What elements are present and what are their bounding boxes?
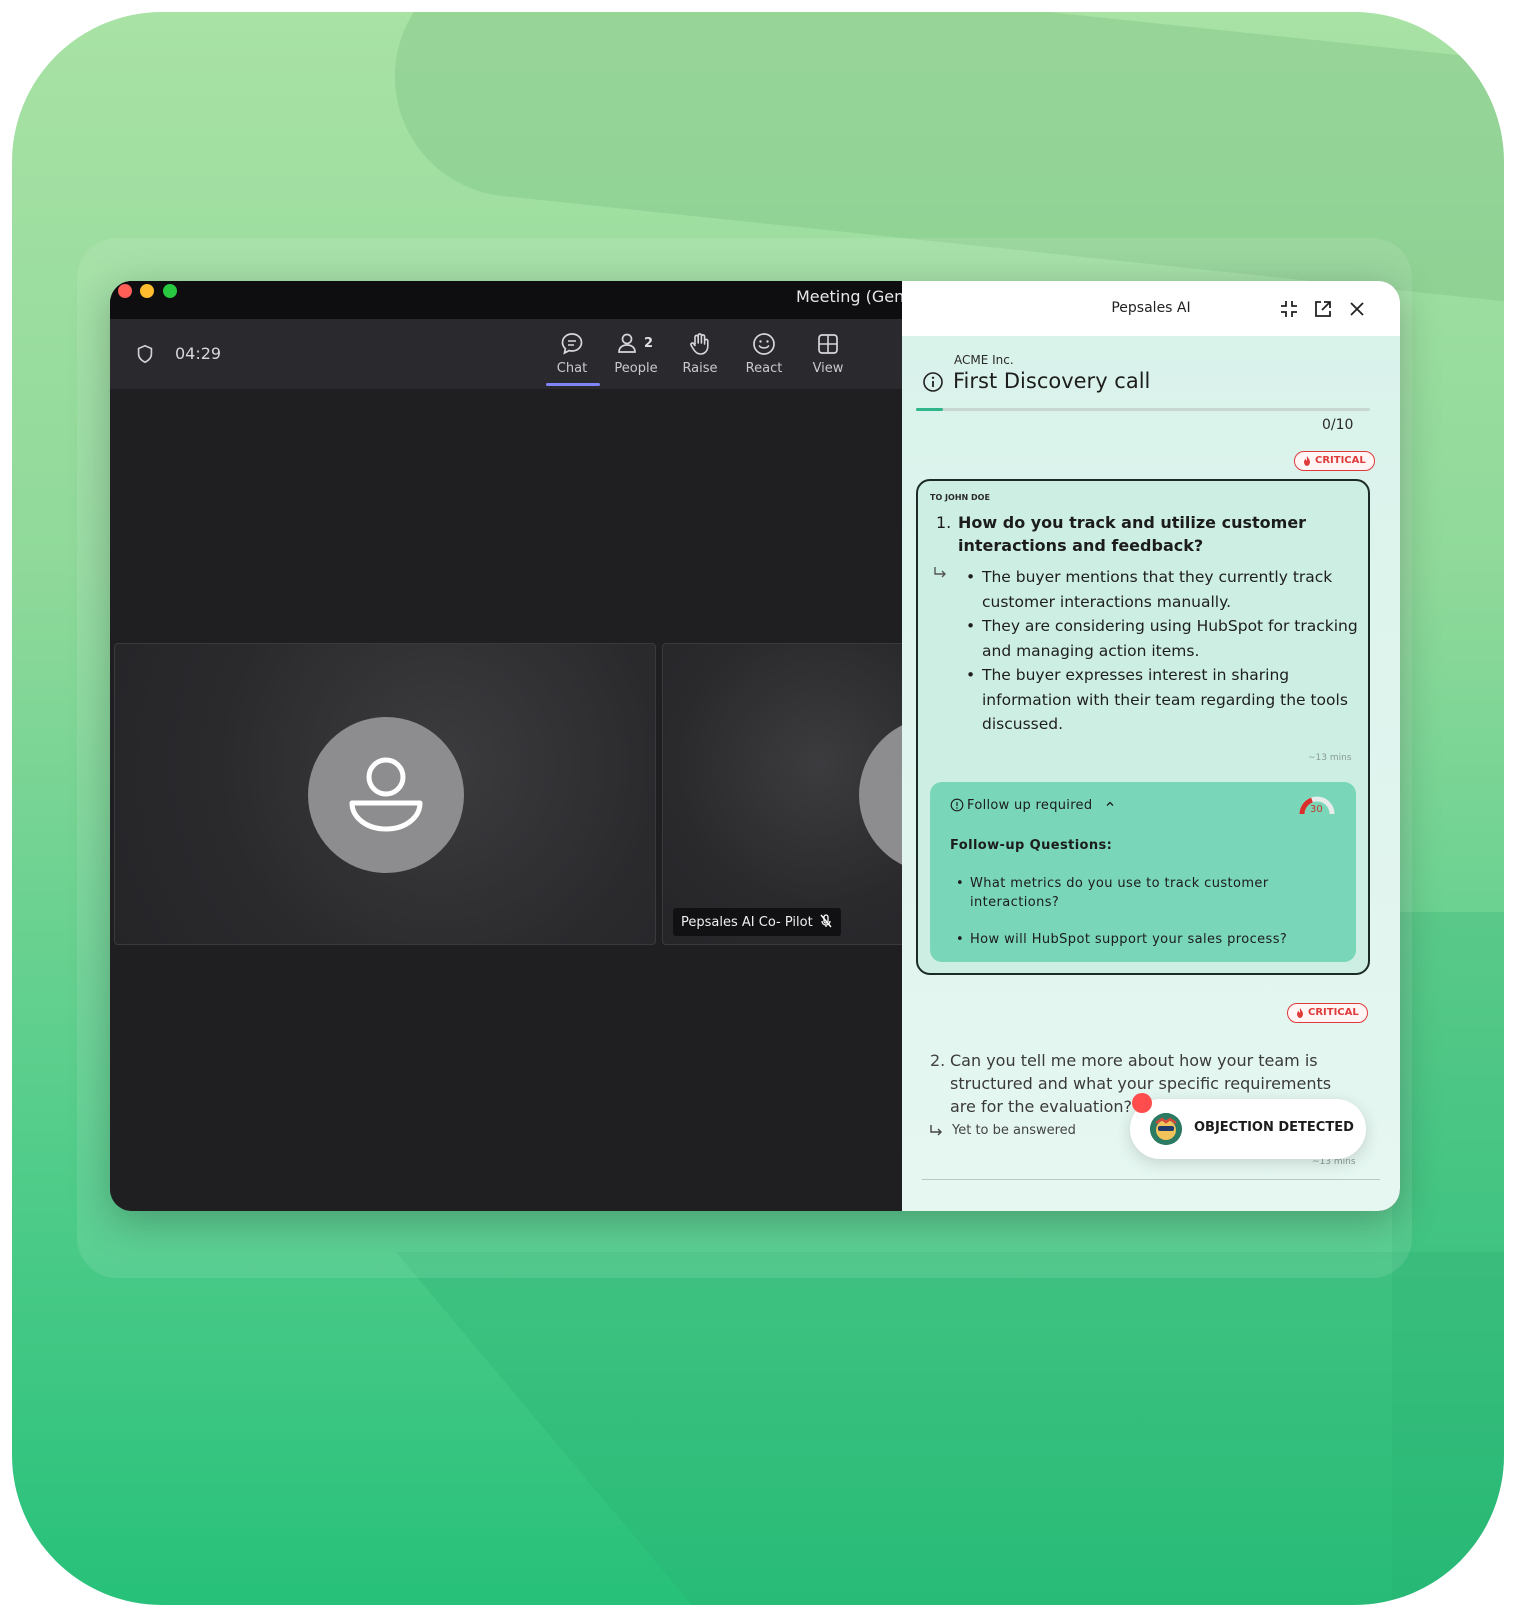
view-button[interactable]: View xyxy=(796,331,860,376)
raise-hand-icon xyxy=(690,333,709,355)
followup-score: 30 xyxy=(1310,804,1323,815)
followup-item: What metrics do you use to track custome… xyxy=(956,874,1346,912)
react-label: React xyxy=(745,361,783,376)
participant-name: Pepsales AI Co- Pilot xyxy=(681,915,813,930)
critical-label: CRITICAL xyxy=(1315,455,1366,466)
progress-bar xyxy=(916,408,1370,411)
app-window: Meeting (Gen 04:29 Chat 2 People Raise R… xyxy=(110,281,1400,1211)
video-stage: Pepsales AI Co- Pilot xyxy=(110,389,922,1211)
person-icon xyxy=(349,757,423,832)
copilot-mascot-icon xyxy=(1150,1113,1182,1145)
people-button[interactable]: 2 People xyxy=(604,331,668,376)
meeting-timer: 04:29 xyxy=(175,344,222,363)
chat-icon xyxy=(561,333,583,355)
meeting-toolbar: 04:29 Chat 2 People Raise React View xyxy=(110,319,902,389)
copilot-avatar xyxy=(1150,1113,1182,1145)
flame-icon xyxy=(1304,456,1310,466)
active-tab-indicator xyxy=(546,383,600,386)
flame-icon xyxy=(1297,1008,1303,1018)
followup-box: Follow up required 30 Follow-up Question… xyxy=(930,782,1356,962)
answer-item: They are considering using HubSpot for t… xyxy=(964,614,1364,663)
close-icon[interactable] xyxy=(1346,298,1368,320)
avatar xyxy=(308,717,464,873)
question-number: 2. xyxy=(930,1051,946,1070)
maximize-window-button[interactable] xyxy=(163,284,177,298)
bg-shape xyxy=(395,1252,1504,1605)
objection-toast[interactable]: OBJECTION DETECTED xyxy=(1130,1099,1366,1159)
followup-toggle[interactable]: Follow up required xyxy=(967,798,1115,813)
mic-muted-icon xyxy=(820,914,832,928)
title-bar: Meeting (Gen xyxy=(110,281,905,319)
view-grid-icon xyxy=(818,334,838,354)
divider xyxy=(922,1179,1380,1180)
answer-item: The buyer expresses interest in sharing … xyxy=(964,663,1364,737)
answer-list: The buyer mentions that they currently t… xyxy=(964,565,1364,737)
raise-hand-button[interactable]: Raise xyxy=(668,331,732,376)
objection-label: OBJECTION DETECTED xyxy=(1194,1120,1354,1135)
pepsales-panel: Pepsales AI ACME Inc. First Discovery ca… xyxy=(902,281,1400,1211)
followup-item: How will HubSpot support your sales proc… xyxy=(956,930,1346,949)
shield-icon xyxy=(137,344,153,364)
minimize-window-button[interactable] xyxy=(140,284,154,298)
progress-count: 0/10 xyxy=(1322,417,1354,433)
panel-header: Pepsales AI xyxy=(902,281,1400,336)
collapse-icon[interactable] xyxy=(1278,298,1300,320)
close-window-button[interactable] xyxy=(118,284,132,298)
open-external-icon[interactable] xyxy=(1312,298,1334,320)
recipient-label: TO JOHN DOE xyxy=(930,493,990,502)
followup-list: What metrics do you use to track custome… xyxy=(956,874,1346,967)
answer-item: The buyer mentions that they currently t… xyxy=(964,565,1364,614)
people-count: 2 xyxy=(644,336,654,351)
critical-badge: CRITICAL xyxy=(1287,1003,1368,1023)
followup-title: Follow-up Questions: xyxy=(950,838,1113,853)
critical-label: CRITICAL xyxy=(1308,1007,1359,1018)
chevron-up-icon xyxy=(1106,801,1114,806)
view-label: View xyxy=(812,361,844,376)
reply-arrow-icon xyxy=(934,567,946,578)
info-icon[interactable] xyxy=(922,371,944,393)
meeting-title: Meeting (Gen xyxy=(796,287,905,306)
chat-button[interactable]: Chat xyxy=(540,331,604,386)
people-label: People xyxy=(614,361,658,376)
participant-tile[interactable]: Pepsales AI Co- Pilot xyxy=(662,643,922,945)
react-button[interactable]: React xyxy=(732,331,796,376)
critical-badge: CRITICAL xyxy=(1294,451,1375,471)
answer-status: Yet to be answered xyxy=(952,1123,1076,1138)
notification-dot xyxy=(1132,1093,1152,1113)
reply-arrow-icon xyxy=(930,1125,942,1136)
smiley-icon xyxy=(753,333,775,355)
time-estimate: ~13 mins xyxy=(1308,753,1352,763)
question-number: 1. xyxy=(936,513,952,532)
participant-name-tag: Pepsales AI Co- Pilot xyxy=(673,908,841,936)
alert-icon xyxy=(950,798,964,812)
question-text: How do you track and utilize customer in… xyxy=(958,513,1307,555)
raise-label: Raise xyxy=(682,361,718,376)
participant-tile[interactable] xyxy=(114,643,656,945)
followup-status: Follow up required xyxy=(967,798,1093,813)
background: Meeting (Gen 04:29 Chat 2 People Raise R… xyxy=(12,12,1504,1605)
progress-fill xyxy=(916,408,944,411)
chat-label: Chat xyxy=(556,361,588,376)
call-title: First Discovery call xyxy=(953,369,1151,393)
people-icon xyxy=(618,333,636,353)
question-card[interactable]: TO JOHN DOE 1. How do you track and util… xyxy=(916,479,1370,975)
company-name: ACME Inc. xyxy=(954,353,1014,367)
